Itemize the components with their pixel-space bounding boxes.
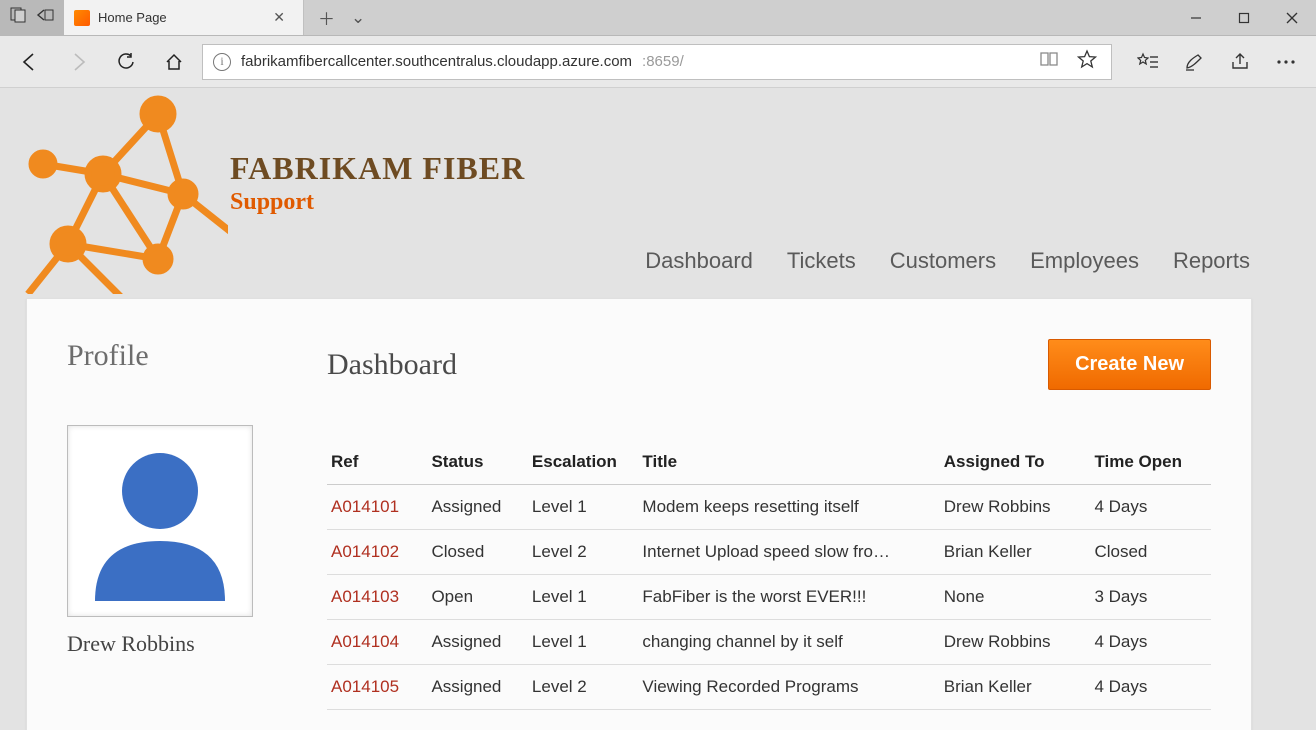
cell-title: changing channel by it self: [638, 620, 939, 665]
url-host: fabrikamfibercallcenter.southcentralus.c…: [241, 53, 632, 70]
address-bar: i fabrikamfibercallcenter.southcentralus…: [0, 36, 1316, 88]
cell-ref[interactable]: A014104: [327, 620, 427, 665]
dashboard-panel: Dashboard Create New Ref Status E: [327, 339, 1211, 710]
cell-title: FabFiber is the worst EVER!!!: [638, 575, 939, 620]
tab-title: Home Page: [98, 10, 261, 25]
th-status: Status: [427, 442, 527, 485]
site-info-icon[interactable]: i: [213, 53, 231, 71]
refresh-button[interactable]: [106, 42, 146, 82]
cell-ref[interactable]: A014103: [327, 575, 427, 620]
cell-escalation: Level 1: [528, 485, 639, 530]
cell-assigned: None: [940, 575, 1091, 620]
cell-ref[interactable]: A014105: [327, 665, 427, 710]
cell-time: 4 Days: [1090, 620, 1211, 665]
th-title: Title: [638, 442, 939, 485]
url-port: :8659/: [642, 53, 684, 70]
favorites-list-icon[interactable]: [1128, 42, 1168, 82]
cell-title: Internet Upload speed slow fro…: [638, 530, 939, 575]
tab-strip-system: [0, 0, 64, 35]
brand-logo: [8, 94, 228, 299]
cell-status: Closed: [427, 530, 527, 575]
toolbar-right: [1120, 42, 1306, 82]
brand-subtitle: Support: [230, 189, 525, 216]
th-escalation: Escalation: [528, 442, 639, 485]
favicon-icon: [74, 10, 90, 26]
tab-menu-button[interactable]: ⌄: [351, 8, 365, 28]
cell-status: Assigned: [427, 665, 527, 710]
back-button[interactable]: [10, 42, 50, 82]
browser-tab[interactable]: Home Page ✕: [64, 0, 304, 35]
close-window-button[interactable]: [1268, 0, 1316, 36]
cell-status: Open: [427, 575, 527, 620]
nav-employees[interactable]: Employees: [1030, 248, 1139, 274]
cell-time: Closed: [1090, 530, 1211, 575]
profile-name: Drew Robbins: [67, 631, 287, 657]
cell-status: Assigned: [427, 485, 527, 530]
nav-dashboard[interactable]: Dashboard: [645, 248, 753, 274]
nav-reports[interactable]: Reports: [1173, 248, 1250, 274]
tab-close-button[interactable]: ✕: [269, 9, 289, 26]
brand-title: FABRIKAM FIBER: [230, 150, 525, 187]
cell-escalation: Level 2: [528, 530, 639, 575]
th-ref: Ref: [327, 442, 427, 485]
cell-escalation: Level 1: [528, 620, 639, 665]
table-row[interactable]: A014103OpenLevel 1FabFiber is the worst …: [327, 575, 1211, 620]
cell-title: Viewing Recorded Programs: [638, 665, 939, 710]
create-new-button[interactable]: Create New: [1048, 339, 1211, 390]
cell-ref[interactable]: A014102: [327, 530, 427, 575]
home-button[interactable]: [154, 42, 194, 82]
content-card: Profile Drew Robbins Dashboard Create Ne…: [26, 298, 1252, 730]
table-row[interactable]: A014102ClosedLevel 2Internet Upload spee…: [327, 530, 1211, 575]
minimize-button[interactable]: [1172, 0, 1220, 36]
table-header-row: Ref Status Escalation Title Assigned To …: [327, 442, 1211, 485]
tab-restore-icon[interactable]: [36, 8, 54, 27]
profile-heading: Profile: [67, 339, 287, 373]
share-icon[interactable]: [1220, 42, 1260, 82]
primary-nav: Dashboard Tickets Customers Employees Re…: [645, 248, 1250, 274]
cell-escalation: Level 1: [528, 575, 639, 620]
th-assigned: Assigned To: [940, 442, 1091, 485]
table-row[interactable]: A014101AssignedLevel 1Modem keeps resett…: [327, 485, 1211, 530]
cell-time: 4 Days: [1090, 665, 1211, 710]
tab-actions: ＋ ⌄: [304, 0, 379, 35]
tickets-table: Ref Status Escalation Title Assigned To …: [327, 442, 1211, 710]
new-tab-button[interactable]: ＋: [318, 5, 335, 30]
table-row[interactable]: A014105AssignedLevel 2Viewing Recorded P…: [327, 665, 1211, 710]
nav-tickets[interactable]: Tickets: [787, 248, 856, 274]
dashboard-heading: Dashboard: [327, 348, 457, 382]
site-header: FABRIKAM FIBER Support Dashboard Tickets…: [0, 88, 1278, 298]
cell-assigned: Brian Keller: [940, 665, 1091, 710]
cell-escalation: Level 2: [528, 665, 639, 710]
browser-chrome: Home Page ✕ ＋ ⌄: [0, 0, 1316, 88]
window-controls: [1172, 0, 1316, 35]
reading-view-icon[interactable]: [1035, 50, 1063, 73]
profile-panel: Profile Drew Robbins: [67, 339, 287, 657]
cell-ref[interactable]: A014101: [327, 485, 427, 530]
brand-text: FABRIKAM FIBER Support: [230, 150, 525, 216]
cell-title: Modem keeps resetting itself: [638, 485, 939, 530]
url-input[interactable]: i fabrikamfibercallcenter.southcentralus…: [202, 44, 1112, 80]
page-body: FABRIKAM FIBER Support Dashboard Tickets…: [0, 88, 1278, 730]
cell-assigned: Drew Robbins: [940, 485, 1091, 530]
cell-time: 4 Days: [1090, 485, 1211, 530]
avatar: [67, 425, 253, 617]
page-viewport[interactable]: FABRIKAM FIBER Support Dashboard Tickets…: [0, 88, 1316, 730]
more-menu-icon[interactable]: [1266, 42, 1306, 82]
tab-aside-icon[interactable]: [10, 7, 26, 28]
table-row[interactable]: A014104AssignedLevel 1changing channel b…: [327, 620, 1211, 665]
tab-bar: Home Page ✕ ＋ ⌄: [0, 0, 1316, 36]
cell-status: Assigned: [427, 620, 527, 665]
th-time: Time Open: [1090, 442, 1211, 485]
nav-customers[interactable]: Customers: [890, 248, 996, 274]
favorite-star-icon[interactable]: [1073, 49, 1101, 74]
maximize-button[interactable]: [1220, 0, 1268, 36]
notes-icon[interactable]: [1174, 42, 1214, 82]
forward-button[interactable]: [58, 42, 98, 82]
cell-time: 3 Days: [1090, 575, 1211, 620]
cell-assigned: Drew Robbins: [940, 620, 1091, 665]
cell-assigned: Brian Keller: [940, 530, 1091, 575]
